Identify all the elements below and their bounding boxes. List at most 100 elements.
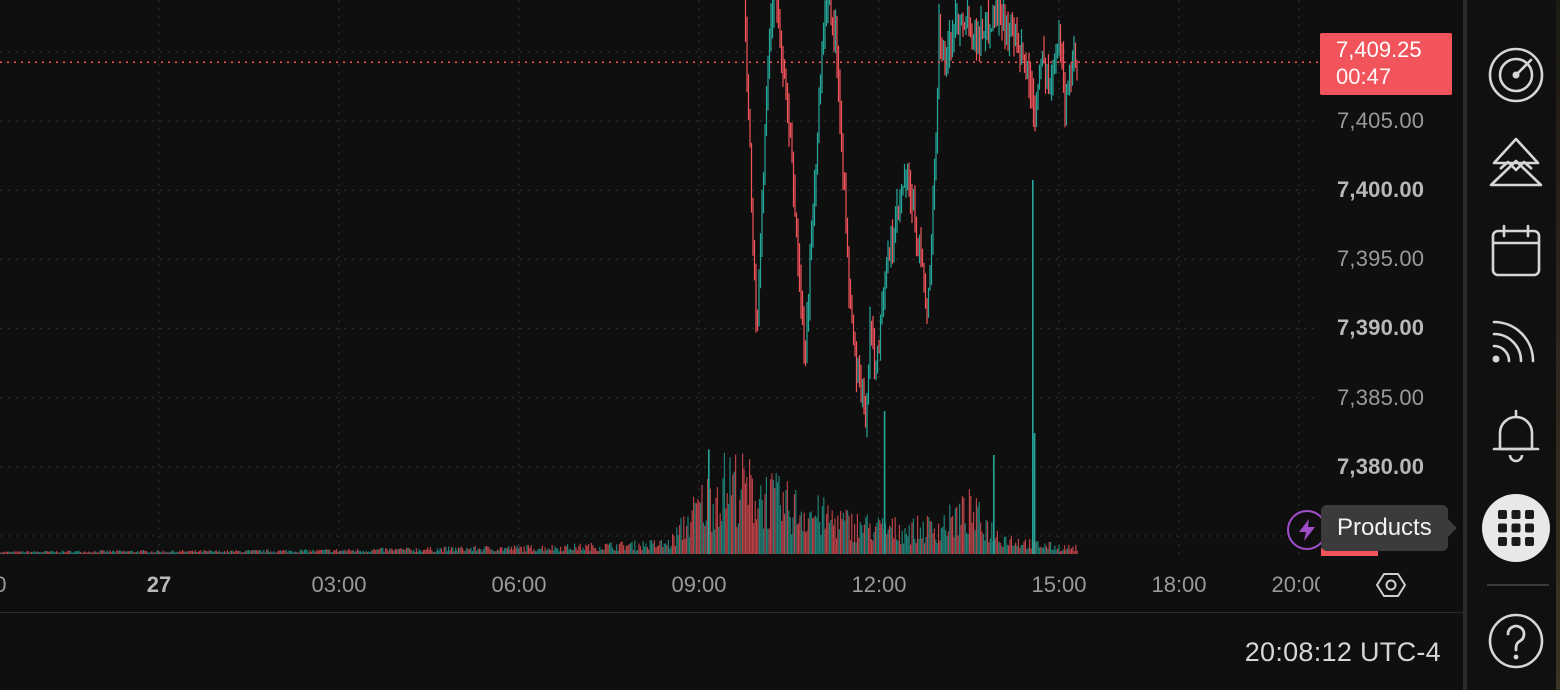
volume-bar bbox=[142, 550, 144, 554]
volume-bar bbox=[442, 552, 444, 554]
volume-bar bbox=[16, 551, 18, 554]
volume-bar bbox=[324, 549, 326, 554]
volume-bar bbox=[93, 550, 95, 554]
volume-bar bbox=[1051, 549, 1053, 554]
calendar-button[interactable] bbox=[1481, 216, 1551, 286]
volume-bar bbox=[317, 550, 319, 554]
time-tick-label: 12:00 bbox=[851, 572, 907, 597]
volume-bar bbox=[928, 517, 930, 554]
volume-bar bbox=[688, 537, 690, 554]
volume-bar bbox=[610, 542, 612, 554]
clock-timezone[interactable]: 20:08:12 UTC-4 bbox=[1245, 637, 1441, 668]
volume-bar bbox=[1002, 547, 1004, 554]
volume-bar bbox=[254, 550, 256, 554]
volume-bar bbox=[702, 522, 704, 554]
volume-bar bbox=[271, 552, 273, 554]
volume-bar bbox=[401, 549, 403, 554]
volume-bar bbox=[798, 523, 800, 554]
watchlist-button[interactable] bbox=[1481, 40, 1551, 110]
volume-bar bbox=[876, 522, 878, 554]
volume-bar bbox=[231, 550, 233, 554]
volume-bar bbox=[1043, 547, 1045, 554]
volume-bar bbox=[261, 552, 263, 554]
volume-bar bbox=[995, 537, 997, 554]
axis-settings-button[interactable] bbox=[1374, 568, 1408, 602]
volume-bar bbox=[1055, 549, 1057, 554]
ideas-button[interactable] bbox=[1481, 128, 1551, 198]
volume-bar bbox=[509, 549, 511, 554]
volume-bar bbox=[712, 504, 714, 554]
volume-bar bbox=[162, 550, 164, 554]
volume-bar bbox=[422, 549, 424, 554]
last-price-label[interactable]: 7,409.25 00:47 bbox=[1320, 33, 1452, 95]
volume-bar bbox=[824, 528, 826, 554]
volume-bar bbox=[606, 543, 608, 554]
volume-bar bbox=[497, 549, 499, 554]
volume-bar bbox=[905, 533, 907, 554]
volume-bar bbox=[915, 543, 917, 554]
volume-bar bbox=[263, 549, 265, 554]
volume-bar bbox=[67, 550, 69, 554]
volume-bar bbox=[781, 521, 783, 554]
volume-bar bbox=[39, 552, 41, 554]
volume-bar bbox=[270, 551, 272, 554]
volume-bar bbox=[502, 550, 504, 554]
chart-canvas[interactable] bbox=[0, 0, 1320, 556]
volume-bar bbox=[98, 552, 100, 554]
chart-pane[interactable] bbox=[0, 0, 1320, 556]
volume-bar bbox=[904, 528, 906, 554]
alerts-button[interactable] bbox=[1481, 400, 1551, 470]
volume-bar bbox=[95, 551, 97, 554]
volume-bar bbox=[266, 549, 268, 554]
volume-bar bbox=[669, 548, 671, 554]
volume-bar bbox=[1027, 547, 1029, 554]
volume-bar bbox=[1075, 544, 1077, 554]
volume-bar bbox=[635, 550, 637, 554]
volume-bar bbox=[436, 548, 438, 554]
volume-bar bbox=[284, 550, 286, 554]
volume-bar bbox=[936, 542, 938, 554]
volume-bar bbox=[452, 547, 454, 554]
volume-bar bbox=[982, 534, 984, 554]
volume-bar bbox=[1006, 544, 1008, 554]
volume-bar bbox=[165, 551, 167, 554]
volume-bar bbox=[940, 528, 942, 554]
news-stream-button[interactable] bbox=[1481, 304, 1551, 374]
volume-bar bbox=[389, 548, 391, 554]
volume-bar bbox=[683, 516, 685, 554]
volume-bar bbox=[186, 551, 188, 554]
volume-bar bbox=[998, 541, 1000, 554]
volume-bar bbox=[791, 534, 793, 554]
volume-bar bbox=[618, 544, 620, 554]
volume-bar bbox=[660, 540, 662, 554]
volume-bar bbox=[662, 547, 664, 554]
volume-bar bbox=[595, 548, 597, 554]
volume-bar bbox=[175, 552, 177, 554]
volume-bar bbox=[480, 549, 482, 554]
volume-bar bbox=[770, 479, 772, 554]
volume-bar bbox=[1019, 547, 1021, 554]
volume-bar bbox=[642, 541, 644, 554]
volume-bar bbox=[530, 545, 532, 554]
volume-bar bbox=[303, 549, 305, 554]
time-axis[interactable]: 00:00 27 03:00 06:00 09:00 12:00 15:00 18:00 20:… bbox=[0, 556, 1320, 612]
volume-bar bbox=[491, 548, 493, 554]
volume-bar bbox=[1013, 545, 1015, 554]
volume-bar bbox=[819, 522, 821, 554]
volume-bar bbox=[53, 551, 55, 554]
products-button[interactable] bbox=[1482, 494, 1550, 562]
help-button[interactable] bbox=[1481, 606, 1551, 676]
volume-bar bbox=[476, 551, 478, 554]
volume-bar bbox=[26, 550, 28, 554]
volume-bar bbox=[393, 550, 395, 554]
price-tick-label: 7,400.00 bbox=[1337, 177, 1425, 203]
volume-bar bbox=[981, 531, 983, 554]
time-tick-label: 09:00 bbox=[671, 572, 727, 597]
volume-bar bbox=[596, 550, 598, 554]
volume-bar bbox=[23, 552, 25, 554]
volume-bar bbox=[166, 552, 168, 554]
volume-bar bbox=[65, 552, 67, 554]
volume-bar bbox=[228, 552, 230, 554]
volume-bar bbox=[999, 542, 1001, 554]
volume-bar bbox=[404, 550, 406, 554]
